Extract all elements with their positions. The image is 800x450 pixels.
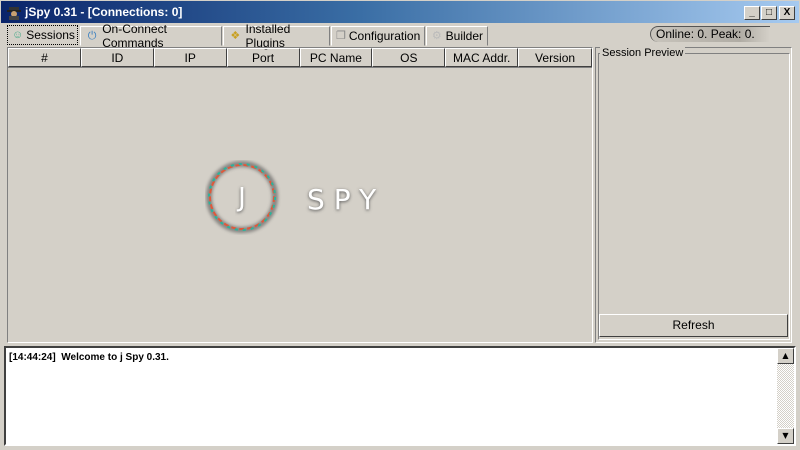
column-header[interactable]: MAC Addr. [445, 48, 519, 67]
log-timestamp: [14:44:24] [9, 352, 56, 363]
window-title: jSpy 0.31 - [Connections: 0] [25, 5, 183, 19]
refresh-button[interactable]: Refresh [599, 314, 788, 337]
tab-label: Builder [445, 29, 483, 43]
maximize-button[interactable]: □ [761, 6, 777, 20]
log-console[interactable]: [14:44:24] Welcome to j Spy 0.31. ▲ ▼ [4, 346, 796, 446]
column-header[interactable]: Version [518, 48, 592, 67]
tab-label: Sessions [26, 28, 75, 42]
puzzle-icon: ❖ [230, 30, 241, 42]
tab-label: On-Connect Commands [102, 22, 167, 50]
tab-sessions[interactable]: ☺ Sessions [7, 25, 78, 45]
logo-letter: J [236, 183, 246, 213]
config-icon: ❐ [336, 30, 346, 42]
logo-word: SPY [307, 183, 385, 216]
power-icon: ⏻ [87, 30, 97, 42]
column-header[interactable]: IP [153, 48, 227, 67]
tab-on-connect-commands[interactable]: ⏻ On-Connect Commands [80, 22, 222, 50]
column-header[interactable]: OS [372, 48, 446, 67]
close-button[interactable]: X [779, 6, 795, 20]
jspy-logo: J J SPY SPY [206, 161, 385, 233]
tab-builder[interactable]: ⚙ Builder [426, 26, 488, 46]
tab-configuration[interactable]: ❐ Configuration [331, 26, 425, 46]
session-preview-group [598, 53, 790, 340]
spy-icon [7, 7, 21, 20]
column-header[interactable]: Port [226, 48, 300, 67]
column-header[interactable]: PC Name [299, 48, 373, 67]
title-bar: jSpy 0.31 - [Connections: 0] _ □ X [0, 0, 800, 24]
session-preview-label: Session Preview [600, 47, 686, 59]
column-header[interactable]: # [8, 48, 81, 67]
log-line: [14:44:24] Welcome to j Spy 0.31. [9, 352, 169, 363]
gear-icon: ⚙ [431, 30, 442, 42]
column-header[interactable]: ID [80, 48, 154, 67]
scroll-down-arrow-icon[interactable]: ▼ [777, 428, 794, 444]
online-status: Online: 0. Peak: 0. [650, 26, 770, 42]
users-icon: ☺ [12, 29, 24, 41]
table-header: # ID IP Port PC Name OS MAC Addr. Versio… [8, 48, 592, 68]
scroll-up-arrow-icon[interactable]: ▲ [777, 348, 794, 364]
vertical-scrollbar[interactable]: ▲ ▼ [777, 348, 794, 444]
tab-label: Installed Plugins [245, 22, 291, 50]
minimize-button[interactable]: _ [744, 6, 760, 20]
log-message: Welcome to j Spy 0.31. [61, 352, 169, 363]
tab-label: Configuration [348, 29, 421, 43]
tab-installed-plugins[interactable]: ❖ Installed Plugins [223, 22, 330, 50]
